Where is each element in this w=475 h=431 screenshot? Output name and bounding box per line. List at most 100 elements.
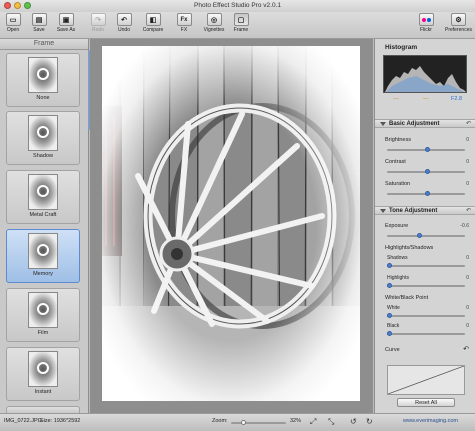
highlights-slider[interactable] xyxy=(387,283,465,288)
reset-all-button[interactable]: Reset All xyxy=(397,398,455,407)
white-label: White xyxy=(387,305,400,311)
frame-thumbnail xyxy=(28,233,58,269)
curve-label: Curve xyxy=(385,347,400,353)
slider-knob[interactable] xyxy=(417,233,422,238)
frame-item-shadow[interactable]: Shadow xyxy=(6,111,80,165)
white-slider[interactable] xyxy=(387,313,465,318)
slider-knob[interactable] xyxy=(387,283,392,288)
save-as-label: Save As xyxy=(56,27,76,33)
frame-item-instant[interactable]: Instant xyxy=(6,347,80,401)
slider-knob[interactable] xyxy=(387,263,392,268)
zoom-value: 32% xyxy=(290,418,302,424)
fx-button[interactable]: Fx FX xyxy=(172,13,196,33)
undo-label: Undo xyxy=(118,27,130,33)
image-canvas xyxy=(90,39,373,413)
black-label: Black xyxy=(387,323,400,329)
save-button[interactable]: ▤ Save xyxy=(27,13,51,33)
flickr-icon xyxy=(418,13,434,26)
exposure-value: -0.6 xyxy=(460,223,469,229)
histogram-graph xyxy=(383,55,467,93)
black-slider[interactable] xyxy=(387,331,465,336)
frame-thumbnail xyxy=(28,174,58,210)
frame-panel-title: Frame xyxy=(0,39,88,50)
curve-reset-icon[interactable]: ↶ xyxy=(463,345,469,353)
zoom-slider-knob[interactable] xyxy=(241,420,246,425)
basic-adjustment-title: Basic Adjustment xyxy=(389,121,440,127)
slider-knob[interactable] xyxy=(387,313,392,318)
frame-item-memory[interactable]: Memory xyxy=(6,229,80,283)
contrast-value: 0 xyxy=(466,159,469,165)
fx-label: FX xyxy=(180,27,188,33)
reset-arrow-icon[interactable]: ↶ xyxy=(466,120,471,127)
saturation-slider[interactable] xyxy=(387,191,465,196)
histogram-title: Histogram xyxy=(385,44,418,51)
contrast-slider[interactable] xyxy=(387,169,465,174)
brightness-value: 0 xyxy=(466,137,469,143)
slider-knob[interactable] xyxy=(425,147,430,152)
folder-icon: ▭ xyxy=(5,13,21,26)
frame-item-label: Metal Craft xyxy=(29,212,57,218)
vignettes-label: Vignettes xyxy=(203,27,225,33)
saturation-label: Saturation xyxy=(385,181,411,187)
frame-item-label: Film xyxy=(37,330,49,336)
open-button[interactable]: ▭ Open xyxy=(1,13,25,33)
save-as-button[interactable]: ▣ Save As xyxy=(54,13,78,33)
brightness-slider[interactable] xyxy=(387,147,465,152)
basic-adjustment-header[interactable]: Basic Adjustment ↶ xyxy=(375,119,475,128)
frame-item-partial[interactable] xyxy=(6,406,80,413)
preferences-label: Preferences xyxy=(445,27,472,33)
frame-thumbnail xyxy=(28,351,58,387)
frame-item-label: Instant xyxy=(34,389,52,395)
tone-adjustment-header[interactable]: Tone Adjustment ↶ xyxy=(375,206,475,215)
slider-knob[interactable] xyxy=(387,331,392,336)
rotate-right-icon[interactable]: ↻ xyxy=(366,417,373,426)
frame-icon: ▢ xyxy=(233,13,249,26)
slider-knob[interactable] xyxy=(425,191,430,196)
frame-button[interactable]: ▢ Frame xyxy=(229,13,253,33)
frame-item-none[interactable]: None xyxy=(6,53,80,107)
fit-to-window-icon[interactable]: ⤢ xyxy=(310,417,316,427)
adjustments-panel: Histogram — — F2.8 Basic Adjustment ↶ Br… xyxy=(374,39,475,413)
vignette-icon: ◎ xyxy=(206,13,222,26)
vignettes-button[interactable]: ◎ Vignettes xyxy=(200,13,228,33)
highlights-label: Highlights xyxy=(387,275,409,281)
frame-item-metal-craft[interactable]: Metal Craft xyxy=(6,170,80,224)
website-link[interactable]: www.everimaging.com xyxy=(403,418,458,424)
filename-label: IMG_0722.JPG xyxy=(4,418,42,424)
collapse-triangle-icon xyxy=(380,209,386,213)
frame-label: Frame xyxy=(233,27,249,33)
saturation-value: 0 xyxy=(466,181,469,187)
redo-button[interactable]: ↷ Redo xyxy=(86,13,110,33)
gear-icon: ⚙ xyxy=(451,13,466,26)
compare-button[interactable]: ◧ Compare xyxy=(139,13,167,33)
preferences-button[interactable]: ⚙ Preferences xyxy=(442,13,475,33)
exposure-label: Exposure xyxy=(385,223,409,229)
zoom-slider[interactable] xyxy=(231,420,286,425)
brightness-label: Brightness xyxy=(385,137,411,143)
frame-thumbnail xyxy=(28,57,58,93)
shadows-slider[interactable] xyxy=(387,263,465,268)
slider-knob[interactable] xyxy=(425,169,430,174)
image-size-label: Size: 1936*2592 xyxy=(40,418,81,424)
photo-preview[interactable] xyxy=(102,46,360,401)
frame-item-label: None xyxy=(36,95,50,101)
redo-icon: ↷ xyxy=(90,13,106,26)
actual-size-icon[interactable]: ⤡ xyxy=(328,417,334,427)
flickr-button[interactable]: Flickr xyxy=(414,13,438,33)
zoom-label: Zoom: xyxy=(212,418,228,424)
undo-button[interactable]: ↶ Undo xyxy=(112,13,136,33)
curve-editor[interactable] xyxy=(387,365,465,395)
frame-item-film[interactable]: Film xyxy=(6,288,80,342)
status-bar: IMG_0722.JPG Size: 1936*2592 Zoom: 32% ⤢… xyxy=(0,413,475,431)
collapse-triangle-icon xyxy=(380,122,386,126)
rotate-left-icon[interactable]: ↺ xyxy=(350,417,357,426)
exposure-slider[interactable] xyxy=(387,233,465,238)
highlights-value: 0 xyxy=(466,275,469,281)
frame-thumbnail xyxy=(28,115,58,151)
tone-adjustment-title: Tone Adjustment xyxy=(389,208,438,214)
reset-arrow-icon[interactable]: ↶ xyxy=(466,207,471,214)
white-value: 0 xyxy=(466,305,469,311)
frame-thumbnail xyxy=(28,292,58,328)
save-as-icon: ▣ xyxy=(58,13,74,26)
highlights-shadows-title: Highlights/Shadows xyxy=(385,245,434,251)
